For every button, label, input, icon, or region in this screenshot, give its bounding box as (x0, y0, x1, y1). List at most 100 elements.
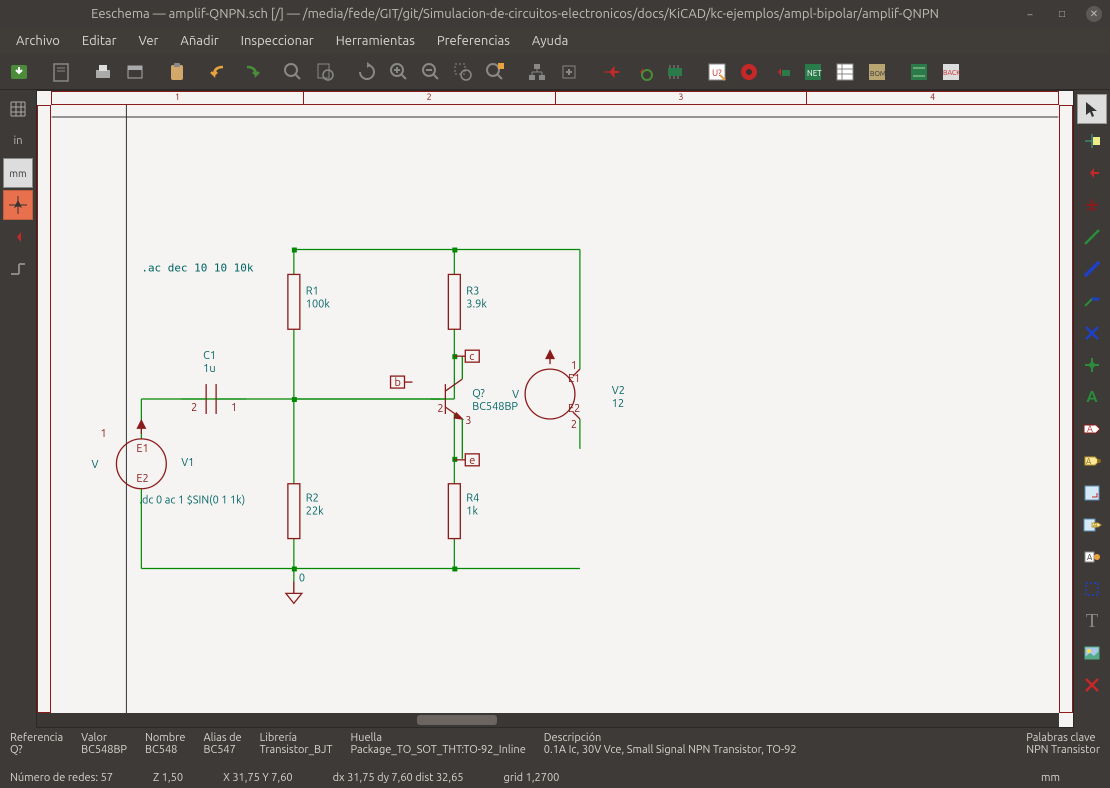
netlist-icon[interactable]: NET (798, 57, 828, 87)
svg-text:1: 1 (231, 402, 237, 414)
svg-text:0: 0 (299, 572, 305, 584)
undo-icon[interactable] (204, 57, 234, 87)
leave-sheet-icon[interactable] (554, 57, 584, 87)
svg-text:b: b (395, 377, 401, 389)
select-tool-icon[interactable] (1077, 94, 1107, 124)
status-dxy: dx 31,75 dy 7,60 dist 32,65 (333, 772, 464, 784)
redo-icon[interactable] (236, 57, 266, 87)
menu-editar[interactable]: Editar (72, 30, 127, 52)
svg-text:1k: 1k (466, 506, 478, 518)
menu-ver[interactable]: Ver (129, 30, 169, 52)
cursor-shape-icon[interactable] (3, 190, 33, 220)
zoom-in-icon[interactable] (384, 57, 414, 87)
svg-text:1: 1 (571, 360, 577, 372)
import-hier-label-icon[interactable]: A (1077, 510, 1107, 540)
assign-footprints-icon[interactable] (766, 57, 796, 87)
place-global-label-icon[interactable]: A (1077, 414, 1107, 444)
zoom-fit-icon[interactable] (278, 57, 308, 87)
status-zoom: Z 1,50 (153, 772, 183, 784)
status-nets: Número de redes: 57 (10, 772, 113, 784)
svg-text:R3: R3 (466, 285, 479, 297)
menu-archivo[interactable]: Archivo (6, 30, 70, 52)
place-text-icon[interactable]: T (1077, 606, 1107, 636)
menu-herramientas[interactable]: Herramientas (326, 30, 425, 52)
highlight-net-icon[interactable] (1077, 126, 1107, 156)
svg-text:E1: E1 (136, 443, 148, 455)
symbol-editor-icon[interactable] (596, 57, 626, 87)
erc-icon[interactable] (734, 57, 764, 87)
plot-icon[interactable] (120, 57, 150, 87)
close-button[interactable]: ✕ (1086, 6, 1102, 22)
hierarchy-icon[interactable] (522, 57, 552, 87)
place-power-icon[interactable] (1077, 190, 1107, 220)
place-symbol-icon[interactable] (1077, 158, 1107, 188)
svg-text:C1: C1 (203, 350, 216, 362)
print-icon[interactable] (88, 57, 118, 87)
units-mm-icon[interactable]: mm (3, 158, 33, 188)
symbol-browser-icon[interactable] (628, 57, 658, 87)
place-sheet-pin-icon[interactable]: A (1077, 542, 1107, 572)
status-xy: X 31,75 Y 7,60 (223, 772, 293, 784)
place-junction-icon[interactable] (1077, 350, 1107, 380)
place-image-icon[interactable] (1077, 638, 1107, 668)
annotate-icon[interactable]: U? (702, 57, 732, 87)
menu-inspeccionar[interactable]: Inspeccionar (231, 30, 324, 52)
place-hier-label-icon[interactable]: A (1077, 446, 1107, 476)
footprint-editor-icon[interactable] (660, 57, 690, 87)
sheet-area[interactable]: .ac dec 10 10 10k (51, 105, 1059, 713)
svg-text:2: 2 (191, 402, 197, 414)
schematic-canvas[interactable]: 1 2 3 4 .ac dec 10 10 10k (36, 90, 1074, 728)
force-hv-icon[interactable] (3, 254, 33, 284)
horizontal-scrollbar[interactable] (37, 713, 1059, 727)
svg-text:12: 12 (612, 398, 624, 410)
component-info-panel: ReferenciaQ? ValorBC548BP NombreBC548 Al… (0, 728, 1110, 768)
pcb-icon[interactable] (904, 57, 934, 87)
minimize-button[interactable]: – (1022, 6, 1038, 22)
hidden-pins-icon[interactable] (3, 222, 33, 252)
refresh-icon[interactable] (352, 57, 382, 87)
content-area: in mm 1 2 3 4 .ac dec 10 10 10k (0, 90, 1110, 728)
place-noconnect-icon[interactable] (1077, 318, 1107, 348)
window-controls: – □ ✕ (1022, 6, 1102, 22)
place-wire2bus-icon[interactable] (1077, 286, 1107, 316)
page-settings-icon[interactable] (46, 57, 76, 87)
menu-anadir[interactable]: Añadir (170, 30, 228, 52)
place-line-icon[interactable] (1077, 574, 1107, 604)
left-ruler (37, 105, 51, 713)
zoom-page-icon[interactable] (310, 57, 340, 87)
svg-text:V2: V2 (612, 385, 625, 397)
save-icon[interactable] (4, 57, 34, 87)
svg-text:E2: E2 (136, 473, 148, 485)
svg-text:c: c (469, 351, 474, 363)
bom-icon[interactable]: BOM (862, 57, 892, 87)
place-netlabel-icon[interactable]: A (1077, 382, 1107, 412)
place-sheet-icon[interactable] (1077, 478, 1107, 508)
place-bus-icon[interactable] (1077, 254, 1107, 284)
svg-text:1: 1 (100, 428, 106, 440)
zoom-selection-icon[interactable] (448, 57, 478, 87)
delete-icon[interactable] (1077, 670, 1107, 700)
place-wire-icon[interactable] (1077, 222, 1107, 252)
svg-text:A: A (1086, 457, 1092, 466)
zoom-tool-icon[interactable] (480, 57, 510, 87)
svg-text:A: A (1093, 521, 1098, 529)
svg-text:e: e (469, 455, 475, 467)
right-ruler (1059, 105, 1073, 713)
units-inches-icon[interactable]: in (3, 126, 33, 156)
menu-preferencias[interactable]: Preferencias (427, 30, 520, 52)
svg-text:A: A (1087, 424, 1093, 434)
svg-text:E2: E2 (568, 403, 580, 415)
grid-toggle-icon[interactable] (3, 94, 33, 124)
svg-text:2: 2 (571, 419, 577, 431)
status-grid: grid 1,2700 (504, 772, 560, 784)
svg-text:E1: E1 (568, 373, 580, 385)
backannotate-icon[interactable]: BACK (936, 57, 966, 87)
maximize-button[interactable]: □ (1054, 6, 1070, 22)
spice-directive-ac: .ac dec 10 10 10k (141, 261, 254, 274)
zoom-out-icon[interactable] (416, 57, 446, 87)
svg-text:V: V (92, 459, 99, 471)
paste-icon[interactable] (162, 57, 192, 87)
svg-text:BOM: BOM (870, 70, 886, 78)
fields-editor-icon[interactable] (830, 57, 860, 87)
menu-ayuda[interactable]: Ayuda (522, 30, 578, 52)
